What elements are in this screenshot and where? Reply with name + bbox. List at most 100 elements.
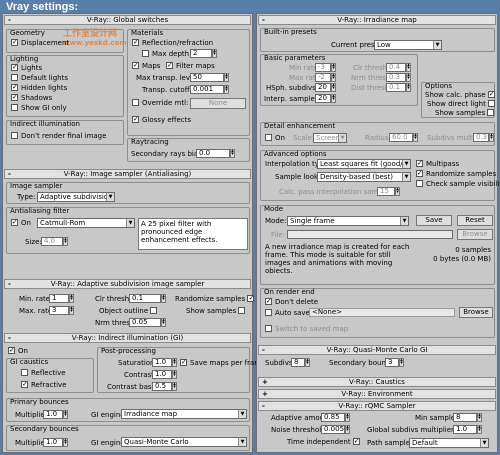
rollout-rqmc-sampler[interactable]: - V-Ray:: rQMC Sampler [258,401,496,411]
spinner-icon[interactable]: ▴ ▾ [63,438,68,447]
glossy-effects-checkbox[interactable]: ✓ Glossy effects [132,115,191,125]
max-depth-input[interactable]: 2 [190,49,212,58]
secondary-multiplier-input[interactable]: 1.0 [43,438,63,447]
spinner-icon[interactable]: ▴ ▾ [331,63,336,72]
max-transp-input[interactable]: 50 [190,73,224,82]
spinner-icon[interactable]: ▴ ▾ [399,358,404,367]
spinner-icon[interactable]: ▴ ▾ [305,358,310,367]
default-lights-checkbox[interactable]: Default lights [11,73,68,83]
dont-render-final-checkbox[interactable]: Don't render final image [11,131,106,141]
irr-min-rate-input[interactable]: -3 [315,63,331,72]
image-sampler-type-dropdown[interactable]: Adaptive subdivision ▼ [37,192,115,202]
spinner-icon[interactable]: ▴ ▾ [331,94,336,103]
detail-subdivs-mult-input[interactable]: 0.3 [473,133,489,142]
interp-samples-input[interactable]: 20 [315,94,331,103]
detail-on-checkbox[interactable]: On [265,133,285,143]
spinner-icon[interactable]: ▴ ▾ [477,425,482,434]
lights-checkbox[interactable]: ✓ Lights [11,63,42,73]
max-depth-checkbox[interactable]: Max depth [142,49,189,59]
rollout-adaptive-subdivision[interactable]: - V-Ray:: Adaptive subdivision image samp… [4,279,251,289]
rollout-image-sampler[interactable]: - V-Ray:: Image sampler (Antialiasing) [4,169,251,179]
override-mtl-checkbox[interactable]: Override mtl: [132,98,188,108]
path-sampler-dropdown[interactable]: Default ▼ [409,438,489,448]
rollout-global-switches[interactable]: - V-Ray:: Global switches [4,15,251,25]
spinner-icon[interactable]: ▴ ▾ [406,73,411,82]
spinner-icon[interactable]: ▴ ▾ [161,294,166,303]
saturation-input[interactable]: 1.0 [152,358,172,367]
show-samples-checkbox[interactable]: Show samples [186,306,248,316]
check-visibility-checkbox[interactable]: Check sample visibility [416,179,500,189]
adaptive-clr-thresh-input[interactable]: 0.1 [129,294,161,303]
aa-filter-dropdown[interactable]: Catmull-Rom ▼ [37,218,135,228]
gi-on-checkbox[interactable]: ✓ On [8,346,28,356]
sample-lookup-dropdown[interactable]: Density-based (best) ▼ [317,172,411,182]
aa-size-input[interactable]: 4.0 [41,237,63,246]
irr-nrm-thresh-input[interactable]: 0.3 [386,73,406,82]
dont-delete-checkbox[interactable]: ✓ Don't delete [265,297,318,307]
detail-radius-input[interactable]: 60.0 [389,133,413,142]
primary-multiplier-input[interactable]: 1.0 [43,410,63,419]
adaptive-amount-input[interactable]: 0.85 [321,413,345,422]
spinner-icon[interactable]: ▴ ▾ [331,83,336,92]
refractive-checkbox[interactable]: ✓ Refractive [21,380,66,390]
time-independent-checkbox[interactable]: Time independent ✓ [287,437,363,447]
contrast-input[interactable]: 1.0 [152,370,172,379]
reflection-refraction-checkbox[interactable]: ✓ Reflection/refraction [132,38,213,48]
displacement-checkbox[interactable]: ✓ Displacement [11,38,69,48]
spinner-icon[interactable]: ▴ ▾ [69,306,74,315]
multipass-checkbox[interactable]: ✓ Multipass [416,159,459,169]
maps-checkbox[interactable]: ✓ Maps [132,61,160,71]
rollout-environment[interactable]: + V-Ray:: Environment [258,389,496,399]
primary-gi-engine-dropdown[interactable]: Irradiance map ▼ [121,409,247,419]
aa-filter-on-checkbox[interactable]: ✓ On [11,218,31,228]
spinner-icon[interactable]: ▴ ▾ [230,149,235,158]
file-input[interactable] [287,230,453,239]
qmc-subdivs-input[interactable]: 8 [291,358,305,367]
rollout-indirect-illumination[interactable]: - V-Ray:: Indirect illumination (GI) [4,333,251,343]
irr-dist-thresh-input[interactable]: 0.1 [386,83,406,92]
spinner-icon[interactable]: ▴ ▾ [161,318,166,327]
spinner-icon[interactable]: ▴ ▾ [395,187,400,196]
min-rate-input[interactable]: 1 [49,294,69,303]
secondary-gi-engine-dropdown[interactable]: Quasi-Monte Carlo ▼ [121,437,247,447]
irr-show-samples-checkbox[interactable]: Show samples [435,108,497,118]
interpolation-type-dropdown[interactable]: Least squares fit (good/smooth▼ [317,159,411,169]
detail-scale-dropdown[interactable]: Screen ▼ [313,133,347,143]
auto-save-checkbox[interactable]: Auto save: [265,308,312,318]
spinner-icon[interactable]: ▴ ▾ [224,85,229,94]
spinner-icon[interactable]: ▴ ▾ [212,49,217,58]
spinner-icon[interactable]: ▴ ▾ [406,83,411,92]
reset-button[interactable]: Reset [457,215,493,226]
spinner-icon[interactable]: ▴ ▾ [477,413,482,422]
override-mtl-button[interactable]: None [190,98,246,109]
save-maps-checkbox[interactable]: ✓ Save maps per frame [180,358,265,368]
noise-threshold-input[interactable]: 0.005 [321,425,345,434]
rollout-qmc-gi[interactable]: - V-Ray:: Quasi-Monte Carlo GI [258,345,496,355]
hidden-lights-checkbox[interactable]: ✓ Hidden lights [11,83,67,93]
spinner-icon[interactable]: ▴ ▾ [63,410,68,419]
filter-maps-checkbox[interactable]: ✓ Filter maps [166,61,215,71]
calc-pass-samples-input[interactable]: 15 [377,187,395,196]
reflective-checkbox[interactable]: Reflective [21,368,66,378]
max-rate-input[interactable]: 3 [49,306,69,315]
global-subdivs-multiplier-input[interactable]: 1.0 [453,425,477,434]
contrast-base-input[interactable]: 0.5 [152,382,172,391]
irr-clr-thresh-input[interactable]: 0.4 [386,63,406,72]
browse-file-button[interactable]: Browse [457,229,493,240]
irr-randomize-checkbox[interactable]: ✓ Randomize samples [416,169,496,179]
rollout-irradiance-map[interactable]: - V-Ray:: Irradiance map [258,15,496,25]
randomize-samples-checkbox[interactable]: Randomize samples ✓ [175,294,257,304]
min-samples-input[interactable]: 8 [453,413,477,422]
shadows-checkbox[interactable]: ✓ Shadows [11,93,52,103]
irr-max-rate-input[interactable]: -2 [315,73,331,82]
spinner-icon[interactable]: ▴ ▾ [69,294,74,303]
qmc-secondary-bounces-input[interactable]: 3 [385,358,399,367]
show-calc-phase-checkbox[interactable]: Show calc. phase ✓ [425,90,498,100]
mode-dropdown[interactable]: Single frame ▼ [287,216,409,226]
save-button[interactable]: Save [416,215,452,226]
current-preset-dropdown[interactable]: Low ▼ [374,40,442,50]
secondary-rays-bias-input[interactable]: 0.0 [196,149,230,158]
rollout-caustics[interactable]: + V-Ray:: Caustics [258,377,496,387]
transp-cutoff-input[interactable]: 0.001 [190,85,224,94]
browse-auto-save-button[interactable]: Browse [459,307,493,318]
